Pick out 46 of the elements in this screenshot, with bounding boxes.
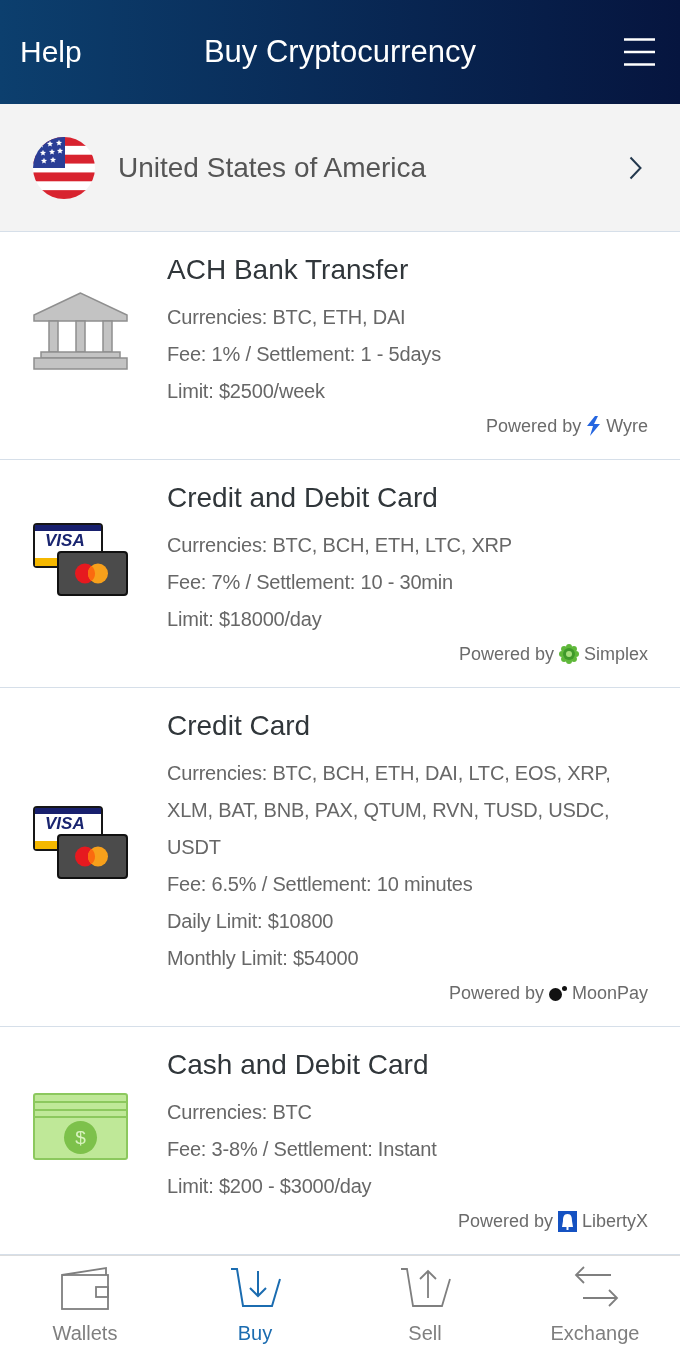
method-detail: Limit: $18000/day (167, 607, 323, 632)
method-detail: Fee: 3-8% / Settlement: Instant (167, 1137, 438, 1162)
bell-icon (557, 1210, 577, 1232)
card-brand-text: VISA (45, 530, 85, 550)
method-detail: Currencies: BTC, BCH, ETH, LTC, XRP (167, 533, 513, 558)
powered-by-label: Powered by (448, 982, 544, 1005)
method-title: ACH Bank Transfer (167, 253, 410, 287)
credit-card-icon (57, 834, 128, 879)
method-detail: Currencies: BTC, ETH, DAI (167, 305, 407, 330)
method-detail: Fee: 7% / Settlement: 10 - 30min (167, 570, 454, 595)
method-detail: Fee: 6.5% / Settlement: 10 minutes (167, 872, 474, 897)
nav-tab[interactable]: Sell (340, 1256, 510, 1355)
page-title: Buy Cryptocurrency (203, 33, 477, 71)
method-detail: Monthly Limit: $54000 (167, 946, 360, 971)
wallet-icon (59, 1265, 111, 1311)
provider-name: Simplex (583, 643, 648, 666)
provider-name: Wyre (606, 415, 648, 438)
method-detail: Limit: $200 - $3000/day (167, 1174, 373, 1199)
powered-by-label: Powered by (458, 643, 554, 666)
flower-icon (558, 644, 579, 664)
credit-card-icon (57, 550, 128, 596)
help-link[interactable]: Help (20, 34, 82, 70)
method-detail: Daily Limit: $10800 (167, 909, 335, 934)
method-title: Cash and Debit Card (167, 1048, 430, 1082)
method-detail: Fee: 1% / Settlement: 1 - 5days (167, 342, 442, 367)
provider-name: LibertyX (581, 1210, 648, 1233)
method-detail: Limit: $2500/week (167, 379, 326, 404)
card-brand-text: VISA (45, 814, 85, 833)
powered-by-label: Powered by (457, 1210, 553, 1233)
method-title: Credit and Debit Card (167, 481, 439, 515)
bolt-icon (586, 416, 602, 436)
method-detail: Currencies: BTC, BCH, ETH, DAI, LTC, EOS, XRP, XLM, BAT, BNB, PAX, QTUM, RVN, TUSD, USDC, USDT (167, 761, 612, 860)
dots-icon (548, 985, 567, 1001)
nav-tab[interactable]: Exchange (510, 1256, 680, 1355)
menu-button[interactable] (624, 38, 655, 66)
method-detail: Currencies: BTC (167, 1100, 313, 1125)
nav-tab[interactable]: Buy (170, 1256, 340, 1355)
powered-by-label: Powered by (486, 415, 582, 438)
nav-tab[interactable]: Wallets (0, 1256, 170, 1355)
provider-name: MoonPay (571, 982, 648, 1005)
dollar-coin: $ (64, 1121, 97, 1154)
method-title: Credit Card (167, 709, 312, 743)
chevron-right-icon (629, 155, 642, 180)
bank-building-icon (33, 292, 128, 370)
menu-icon (624, 38, 655, 66)
country-selector[interactable]: United States of America (0, 104, 680, 232)
